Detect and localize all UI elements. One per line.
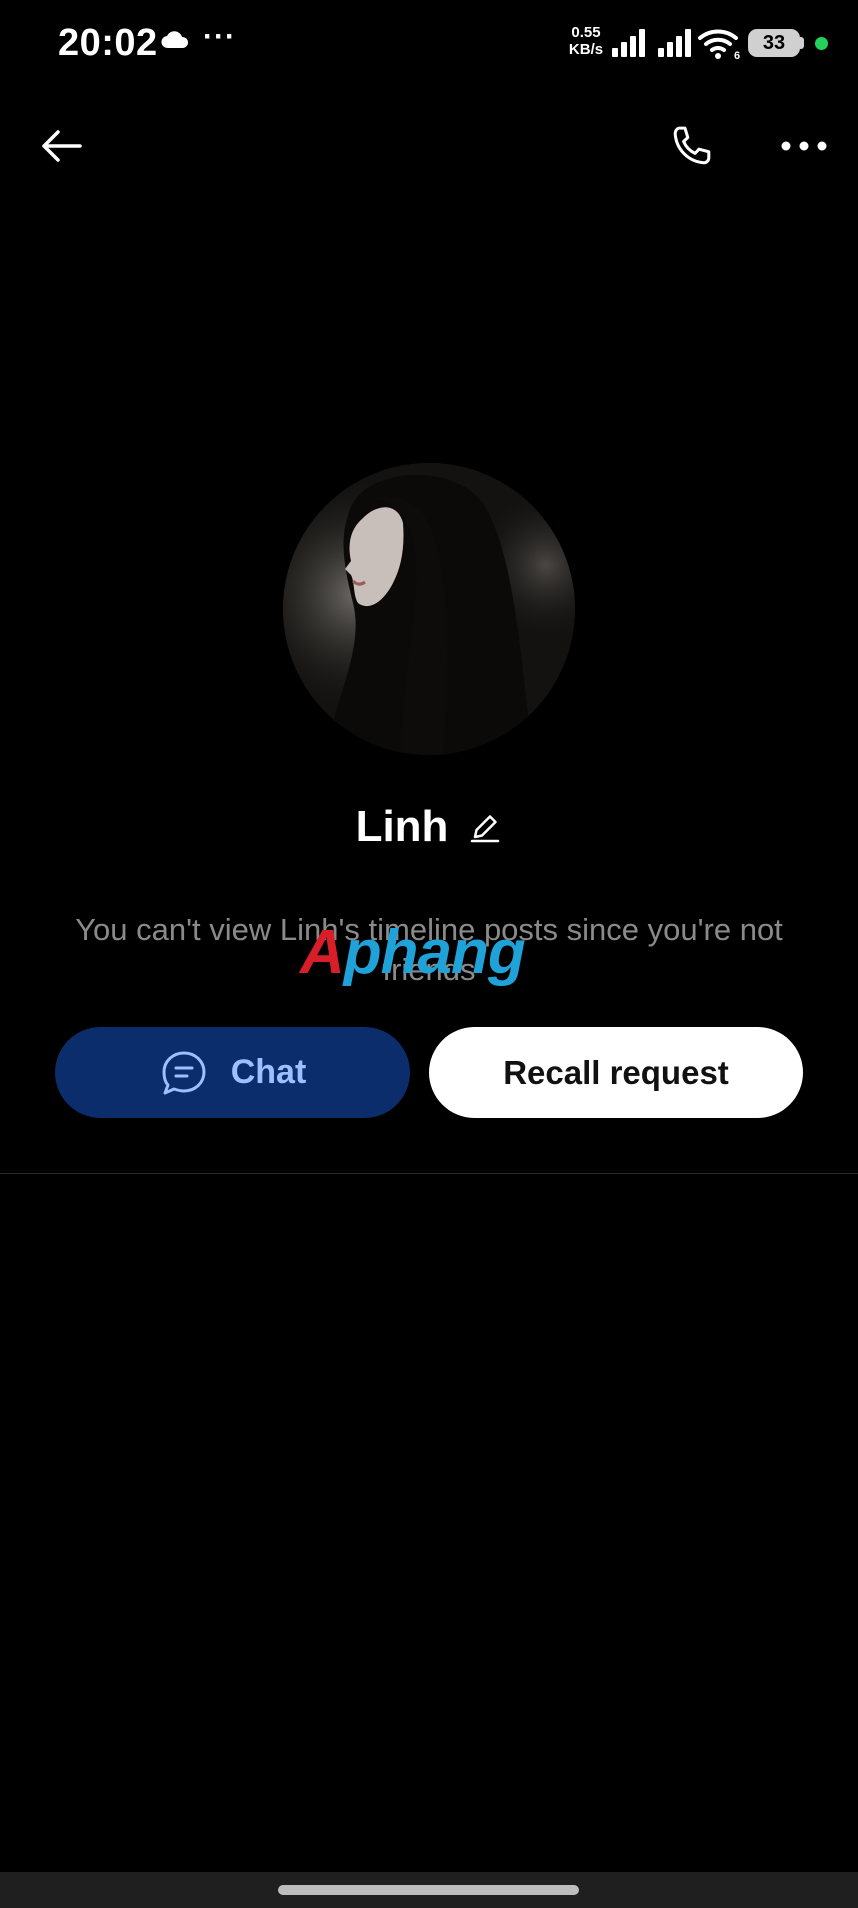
network-speed: 0.55 KB/s (566, 24, 606, 58)
phone-icon (673, 126, 711, 165)
home-indicator[interactable] (278, 1885, 579, 1895)
profile-photo (283, 463, 575, 755)
status-bar: 20:02 ··· 0.55 KB/s 6 33 (0, 0, 858, 90)
recall-request-label: Recall request (503, 1053, 729, 1091)
back-button[interactable] (36, 124, 92, 168)
status-time: 20:02 (58, 22, 158, 64)
section-divider (0, 1173, 858, 1174)
arrow-left-icon (42, 130, 82, 162)
timeline-restricted-notice: You can't view Linh's timeline posts sin… (75, 912, 783, 987)
more-notifications-indicator: ··· (203, 20, 236, 53)
more-horizontal-icon (781, 141, 827, 151)
wifi-badge: 6 (734, 50, 740, 60)
battery-level: 33 (762, 32, 786, 54)
chat-button[interactable]: Chat (55, 1027, 410, 1118)
top-nav (0, 110, 858, 180)
wifi-icon: 6 (698, 29, 740, 60)
battery-icon: 33 (748, 29, 800, 57)
profile-name: Linh (355, 802, 449, 851)
chat-button-label: Chat (230, 1053, 307, 1091)
signal-icon (658, 29, 691, 57)
profile-name-row: Linh (0, 797, 858, 857)
signal-icon (612, 29, 645, 57)
privacy-indicator-dot (815, 37, 828, 50)
more-options-button[interactable] (774, 128, 834, 164)
network-speed-value: 0.55 (571, 24, 601, 41)
pencil-icon[interactable] (468, 810, 502, 844)
call-button[interactable] (664, 120, 720, 176)
cloud-icon (161, 31, 189, 49)
avatar[interactable] (283, 463, 575, 755)
chat-bubble-icon (162, 1051, 206, 1094)
network-speed-unit: KB/s (568, 41, 604, 58)
recall-request-button[interactable]: Recall request (429, 1027, 803, 1118)
battery-tip (800, 37, 804, 49)
